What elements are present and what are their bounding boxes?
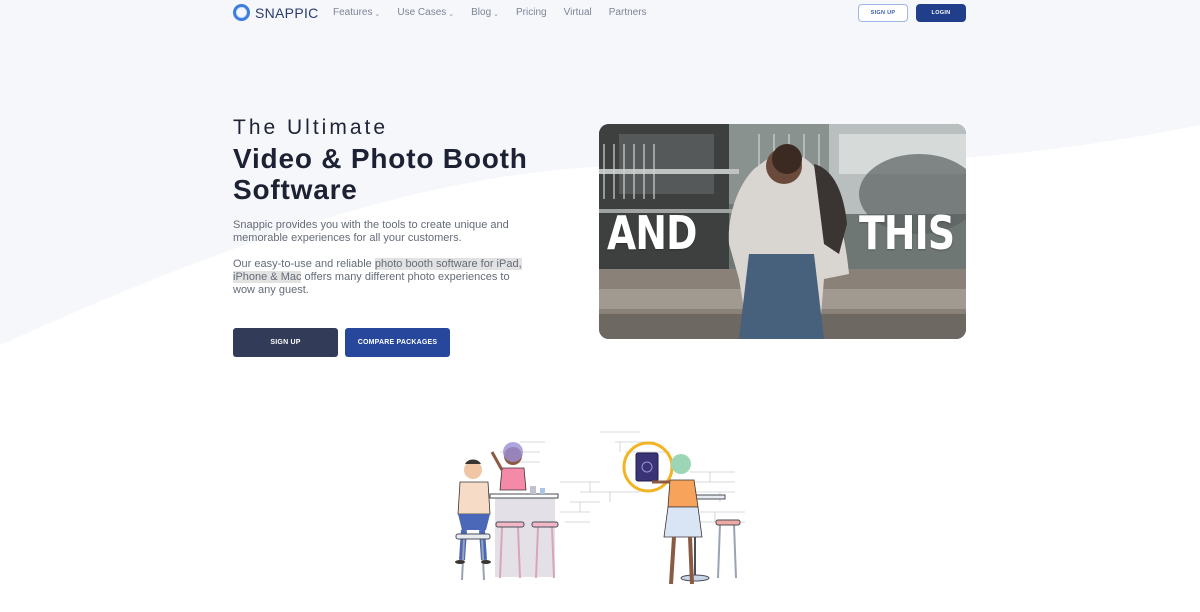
hero-signup-button[interactable]: SIGN UP bbox=[233, 328, 338, 357]
hero-video[interactable]: AND THIS bbox=[599, 124, 966, 339]
nav-item-pricing[interactable]: Pricing bbox=[516, 7, 547, 18]
nav-label: Blog bbox=[471, 7, 492, 18]
chevron-down-icon: ⌄ bbox=[374, 10, 381, 18]
header-signup-button[interactable]: SIGN UP bbox=[858, 4, 908, 22]
video-caption-left: AND bbox=[607, 206, 697, 260]
logo[interactable]: SNAPPIC bbox=[233, 4, 319, 21]
hero-description: Snappic provides you with the tools to c… bbox=[233, 219, 509, 244]
video-caption-right: THIS bbox=[859, 206, 955, 260]
nav-label: Pricing bbox=[516, 7, 547, 18]
nav-item-partners[interactable]: Partners bbox=[609, 7, 647, 18]
nav-label: Features bbox=[333, 7, 373, 18]
hero-section: The Ultimate Video & Photo Booth Softwar… bbox=[233, 116, 563, 297]
chevron-down-icon: ⌄ bbox=[493, 10, 500, 18]
nav-item-virtual[interactable]: Virtual bbox=[564, 7, 592, 18]
nav-item-features[interactable]: Features ⌄ bbox=[333, 7, 380, 18]
header-login-button[interactable]: LOGIN bbox=[916, 4, 966, 22]
nav-label: Partners bbox=[608, 7, 647, 18]
hero-eyebrow: The Ultimate bbox=[233, 116, 389, 139]
desc-text: Our easy-to-use and reliable bbox=[233, 258, 375, 270]
main-nav: Features ⌄ Use Cases ⌄ Blog ⌄ Pricing Vi… bbox=[333, 7, 647, 18]
nav-label: Use Cases bbox=[397, 7, 447, 18]
compare-packages-button[interactable]: COMPARE PACKAGES bbox=[345, 328, 450, 357]
logo-text: SNAPPIC bbox=[255, 4, 319, 21]
photo-booth-illustration bbox=[455, 431, 745, 585]
chevron-down-icon: ⌄ bbox=[448, 10, 455, 18]
nav-item-blog[interactable]: Blog ⌄ bbox=[471, 7, 499, 18]
logo-ring-icon bbox=[233, 4, 250, 21]
hero-headline: Video & Photo Booth Software bbox=[233, 143, 528, 205]
hero-description-secondary: Our easy-to-use and reliable photo booth… bbox=[233, 258, 533, 297]
nav-label: Virtual bbox=[563, 7, 592, 18]
top-navigation: SNAPPIC Features ⌄ Use Cases ⌄ Blog ⌄ Pr… bbox=[0, 0, 1200, 28]
nav-item-use-cases[interactable]: Use Cases ⌄ bbox=[397, 7, 454, 18]
